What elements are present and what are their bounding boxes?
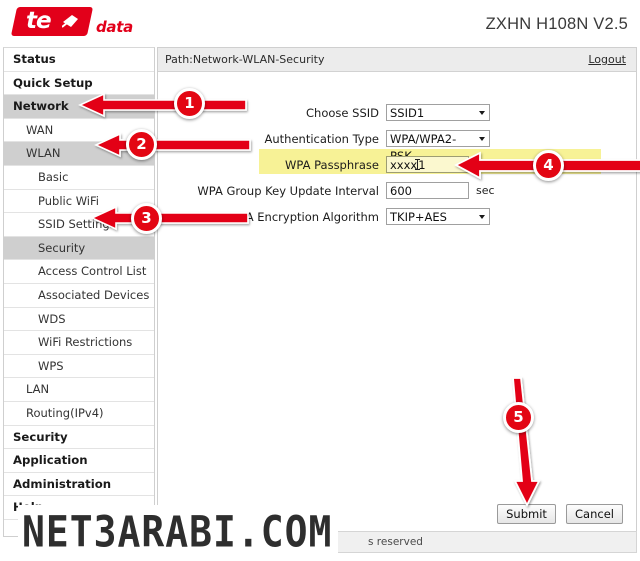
sidebar-item-wlan[interactable]: WLAN [4, 142, 154, 166]
encryption-algorithm-value: TKIP+AES [390, 210, 447, 224]
submit-button[interactable]: Submit [497, 504, 556, 524]
wpa-passphrase-value-before: xxxx [390, 158, 418, 172]
wpa-passphrase-label: WPA Passphrase [285, 157, 379, 172]
encryption-algorithm-dropdown[interactable]: TKIP+AES [386, 208, 490, 225]
sidebar-item-lan[interactable]: LAN [4, 378, 154, 402]
auth-type-label: Authentication Type [264, 131, 380, 146]
auth-type-dropdown[interactable]: WPA/WPA2-PSK [386, 130, 490, 163]
sidebar-item-security[interactable]: Security [4, 236, 154, 261]
sidebar-item-status[interactable]: Status [4, 48, 154, 72]
cancel-button[interactable]: Cancel [566, 504, 623, 524]
form-row-group-key-interval: WPA Group Key Update Interval 600 sec [158, 180, 636, 201]
choose-ssid-value: SSID1 [390, 106, 425, 120]
copyright-text: s reserved [368, 536, 423, 548]
page-header: te data ZXHN H108N V2.5 [0, 0, 640, 45]
sidebar-item-application[interactable]: Application [4, 449, 154, 473]
sidebar-item-wps[interactable]: WPS [4, 355, 154, 379]
sidebar-item-network[interactable]: Network [4, 95, 154, 119]
router-model-title: ZXHN H108N V2.5 [485, 15, 628, 33]
form-row-choose-ssid: Choose SSID SSID1 [158, 102, 636, 123]
wlan-security-form: Choose SSID SSID1 Authentication Type WP… [158, 72, 636, 227]
text-caret-icon [415, 159, 421, 170]
wpa-passphrase-input[interactable]: xxxx1 [386, 156, 469, 173]
sidebar-item-wan[interactable]: WAN [4, 119, 154, 143]
breadcrumb-path-bar: Path:Network-WLAN-Security Logout [158, 48, 636, 72]
sidebar-item-routing-ipv4[interactable]: Routing(IPv4) [4, 402, 154, 426]
breadcrumb: Path:Network-WLAN-Security [165, 53, 325, 66]
sidebar-item-list: Status Quick Setup Network WAN WLAN Basic Publ… [4, 48, 154, 520]
chevron-down-icon [479, 137, 485, 141]
group-key-interval-label: WPA Group Key Update Interval [197, 183, 379, 198]
watermark-net3arabi: NET3ARABI.COM [18, 505, 339, 561]
group-key-interval-unit: sec [476, 184, 495, 197]
logo-te-text: te [26, 8, 52, 34]
main-content-panel: Path:Network-WLAN-Security Logout Choose… [157, 47, 637, 537]
sidebar-item-security[interactable]: Security [4, 426, 154, 450]
group-key-interval-input[interactable]: 600 [386, 182, 469, 199]
chevron-down-icon [479, 215, 485, 219]
encryption-algorithm-label: WPA Encryption Algorithm [228, 209, 379, 224]
logout-link[interactable]: Logout [588, 53, 626, 66]
choose-ssid-dropdown[interactable]: SSID1 [386, 104, 490, 121]
choose-ssid-label: Choose SSID [306, 105, 379, 120]
chevron-down-icon [479, 111, 485, 115]
form-row-encryption-algorithm: WPA Encryption Algorithm TKIP+AES [158, 206, 636, 227]
sidebar-item-quick-setup[interactable]: Quick Setup [4, 72, 154, 96]
sidebar-item-basic[interactable]: Basic [4, 166, 154, 190]
sidebar-item-wifi-restrictions[interactable]: WiFi Restrictions [4, 331, 154, 355]
sidebar-navigation[interactable]: Status Quick Setup Network WAN WLAN Basic Publ… [3, 47, 155, 537]
form-row-auth-type: Authentication Type WPA/WPA2-PSK [158, 128, 636, 163]
sidebar-item-associated-devices[interactable]: Associated Devices [4, 284, 154, 308]
form-row-wpa-passphrase: WPA Passphrase xxxx1 [158, 154, 636, 175]
sidebar-item-wds[interactable]: WDS [4, 308, 154, 332]
logo-swoosh-icon [62, 15, 78, 28]
logo-data-text: data [96, 18, 133, 36]
sidebar-item-administration[interactable]: Administration [4, 473, 154, 497]
te-data-logo: te data [10, 7, 136, 37]
logo-red-parallelogram [10, 7, 94, 36]
sidebar-item-public-wifi[interactable]: Public WiFi [4, 190, 154, 214]
sidebar-item-access-control-list[interactable]: Access Control List [4, 260, 154, 284]
sidebar-item-ssid-settings[interactable]: SSID Settings [4, 213, 154, 237]
